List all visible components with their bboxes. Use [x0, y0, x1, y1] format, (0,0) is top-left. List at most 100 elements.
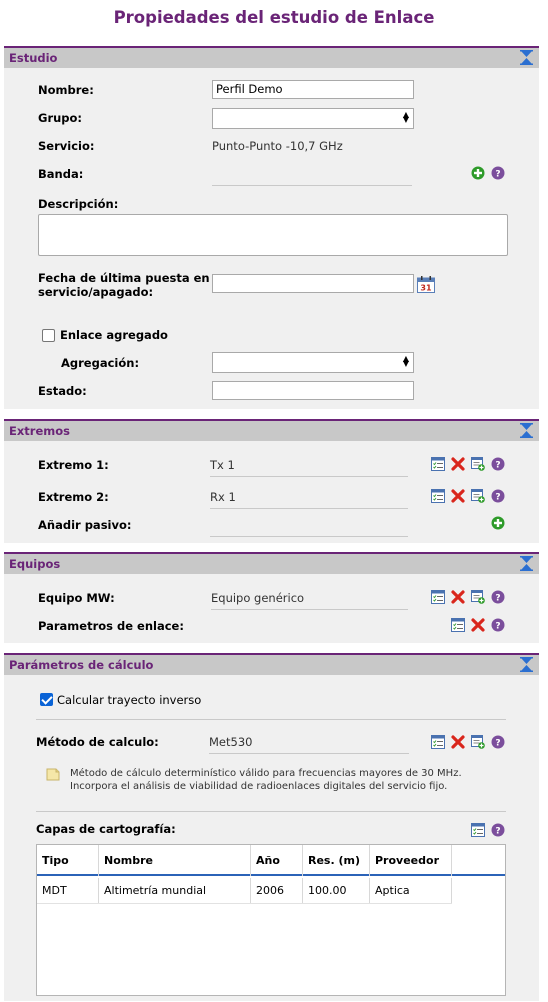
section-title: Equipos: [9, 557, 61, 571]
nombre-input[interactable]: Perfil Demo: [212, 80, 414, 99]
servicio-label: Servicio:: [38, 139, 95, 153]
help-icon[interactable]: ?: [491, 823, 505, 837]
note-icon: [46, 767, 60, 781]
fecha-label-line2: servicio/apagado:: [38, 285, 154, 299]
divider: [36, 719, 506, 720]
pasivo-underline: [210, 536, 408, 537]
select-arrows-icon: ▲ ▼: [402, 354, 409, 368]
column-header-nombre[interactable]: Nombre: [99, 845, 251, 876]
calcular-inverso-checkbox[interactable]: [40, 693, 53, 706]
svg-text:?: ?: [495, 622, 500, 632]
help-icon[interactable]: ?: [491, 457, 505, 471]
section-header-equipos[interactable]: Equipos: [4, 552, 539, 574]
agregacion-select[interactable]: ▲ ▼: [212, 352, 414, 373]
servicio-value: Punto-Punto -10,7 GHz: [212, 139, 343, 153]
add-circle-icon[interactable]: [491, 516, 505, 530]
metodo-underline: [209, 753, 409, 754]
delete-x-icon[interactable]: [451, 590, 465, 604]
help-icon[interactable]: ?: [491, 590, 505, 604]
grupo-label: Grupo:: [38, 111, 83, 125]
collapse-arrows-icon[interactable]: [520, 423, 533, 438]
select-arrows-icon: ▲ ▼: [402, 110, 409, 124]
cell-proveedor: Aptica: [370, 878, 452, 903]
delete-x-icon[interactable]: [451, 457, 465, 471]
capas-table: Tipo Nombre Año Res. (m) Proveedor MDT A…: [36, 844, 506, 996]
new-item-icon[interactable]: [471, 735, 485, 749]
svg-text:31: 31: [420, 284, 432, 293]
table-row[interactable]: MDT Altimetría mundial 2006 100.00 Aptic…: [37, 878, 452, 904]
add-circle-icon[interactable]: [471, 166, 485, 180]
svg-text:?: ?: [495, 594, 500, 604]
collapse-arrows-icon[interactable]: [520, 657, 533, 672]
extremo2-label: Extremo 2:: [38, 490, 109, 504]
edit-list-icon[interactable]: [431, 489, 445, 503]
svg-text:?: ?: [495, 461, 500, 471]
descripcion-label: Descripción:: [38, 197, 119, 211]
banda-underline: [212, 185, 412, 186]
nombre-label: Nombre:: [38, 83, 94, 97]
section-calculo: Parámetros de cálculo Calcular trayecto …: [4, 653, 539, 1001]
extremo1-underline: [210, 476, 408, 477]
collapse-arrows-icon[interactable]: [520, 556, 533, 571]
extremo1-label: Extremo 1:: [38, 458, 109, 472]
section-equipos: Equipos Equipo MW: Equipo genérico ? Par…: [4, 552, 539, 643]
column-header-tipo[interactable]: Tipo: [37, 845, 99, 876]
new-item-icon[interactable]: [471, 590, 485, 604]
banda-label: Banda:: [38, 167, 84, 181]
section-title: Estudio: [9, 51, 58, 65]
cell-resolucion: 100.00: [303, 878, 370, 903]
help-icon[interactable]: ?: [491, 735, 505, 749]
svg-text:?: ?: [495, 739, 500, 749]
edit-list-icon[interactable]: [431, 590, 445, 604]
cell-nombre: Altimetría mundial: [99, 878, 251, 903]
section-header-estudio[interactable]: Estudio: [4, 46, 539, 68]
new-item-icon[interactable]: [471, 457, 485, 471]
extremo1-value: Tx 1: [210, 458, 235, 472]
equipo-mw-value: Equipo genérico: [211, 591, 305, 605]
delete-x-icon[interactable]: [471, 618, 485, 632]
section-header-extremos[interactable]: Extremos: [4, 419, 539, 441]
grupo-select[interactable]: ▲ ▼: [212, 108, 414, 129]
column-header-ano[interactable]: Año: [251, 845, 303, 876]
help-icon[interactable]: ?: [491, 489, 505, 503]
edit-list-icon[interactable]: [451, 618, 465, 632]
parametros-enlace-label: Parametros de enlace:: [38, 619, 184, 633]
descripcion-textarea[interactable]: [38, 214, 508, 256]
metodo-value: Met530: [209, 735, 253, 749]
estado-label: Estado:: [38, 384, 87, 398]
column-header-proveedor[interactable]: Proveedor: [370, 845, 452, 876]
edit-list-icon[interactable]: [431, 735, 445, 749]
section-header-calculo[interactable]: Parámetros de cálculo: [4, 653, 539, 675]
edit-list-icon[interactable]: [431, 457, 445, 471]
divider: [36, 811, 506, 812]
collapse-arrows-icon[interactable]: [520, 50, 533, 65]
pasivo-label: Añadir pasivo:: [38, 518, 132, 532]
metodo-label: Método de calculo:: [36, 735, 159, 749]
new-item-icon[interactable]: [471, 489, 485, 503]
column-header-resolucion[interactable]: Res. (m): [303, 845, 370, 876]
help-icon[interactable]: ?: [491, 166, 505, 180]
edit-list-icon[interactable]: [471, 823, 485, 837]
metodo-description-line1: Método de cálculo determinístico válido …: [70, 768, 462, 779]
page-title: Propiedades del estudio de Enlace: [113, 8, 435, 27]
enlace-agregado-checkbox[interactable]: [42, 329, 55, 342]
estado-input[interactable]: [212, 381, 414, 400]
table-header: Tipo Nombre Año Res. (m) Proveedor: [37, 845, 505, 876]
cell-ano: 2006: [251, 878, 303, 903]
fecha-label-line1: Fecha de última puesta en: [38, 271, 210, 285]
calcular-inverso-label: Calcular trayecto inverso: [57, 693, 202, 707]
delete-x-icon[interactable]: [451, 735, 465, 749]
calendar-icon[interactable]: 31: [417, 276, 435, 293]
extremo2-value: Rx 1: [210, 490, 236, 504]
svg-text:?: ?: [495, 493, 500, 503]
capas-label: Capas de cartografía:: [36, 822, 176, 836]
help-icon[interactable]: ?: [491, 618, 505, 632]
fecha-input[interactable]: [212, 274, 414, 293]
section-extremos: Extremos Extremo 1: Tx 1 ? Extremo 2: Rx…: [4, 419, 539, 543]
agregacion-label: Agregación:: [61, 356, 140, 370]
extremo2-underline: [210, 508, 408, 509]
section-title: Parámetros de cálculo: [9, 658, 154, 672]
delete-x-icon[interactable]: [451, 489, 465, 503]
metodo-description-line2: Incorpora el análisis de viabilidad de r…: [70, 781, 448, 792]
section-title: Extremos: [9, 424, 70, 438]
